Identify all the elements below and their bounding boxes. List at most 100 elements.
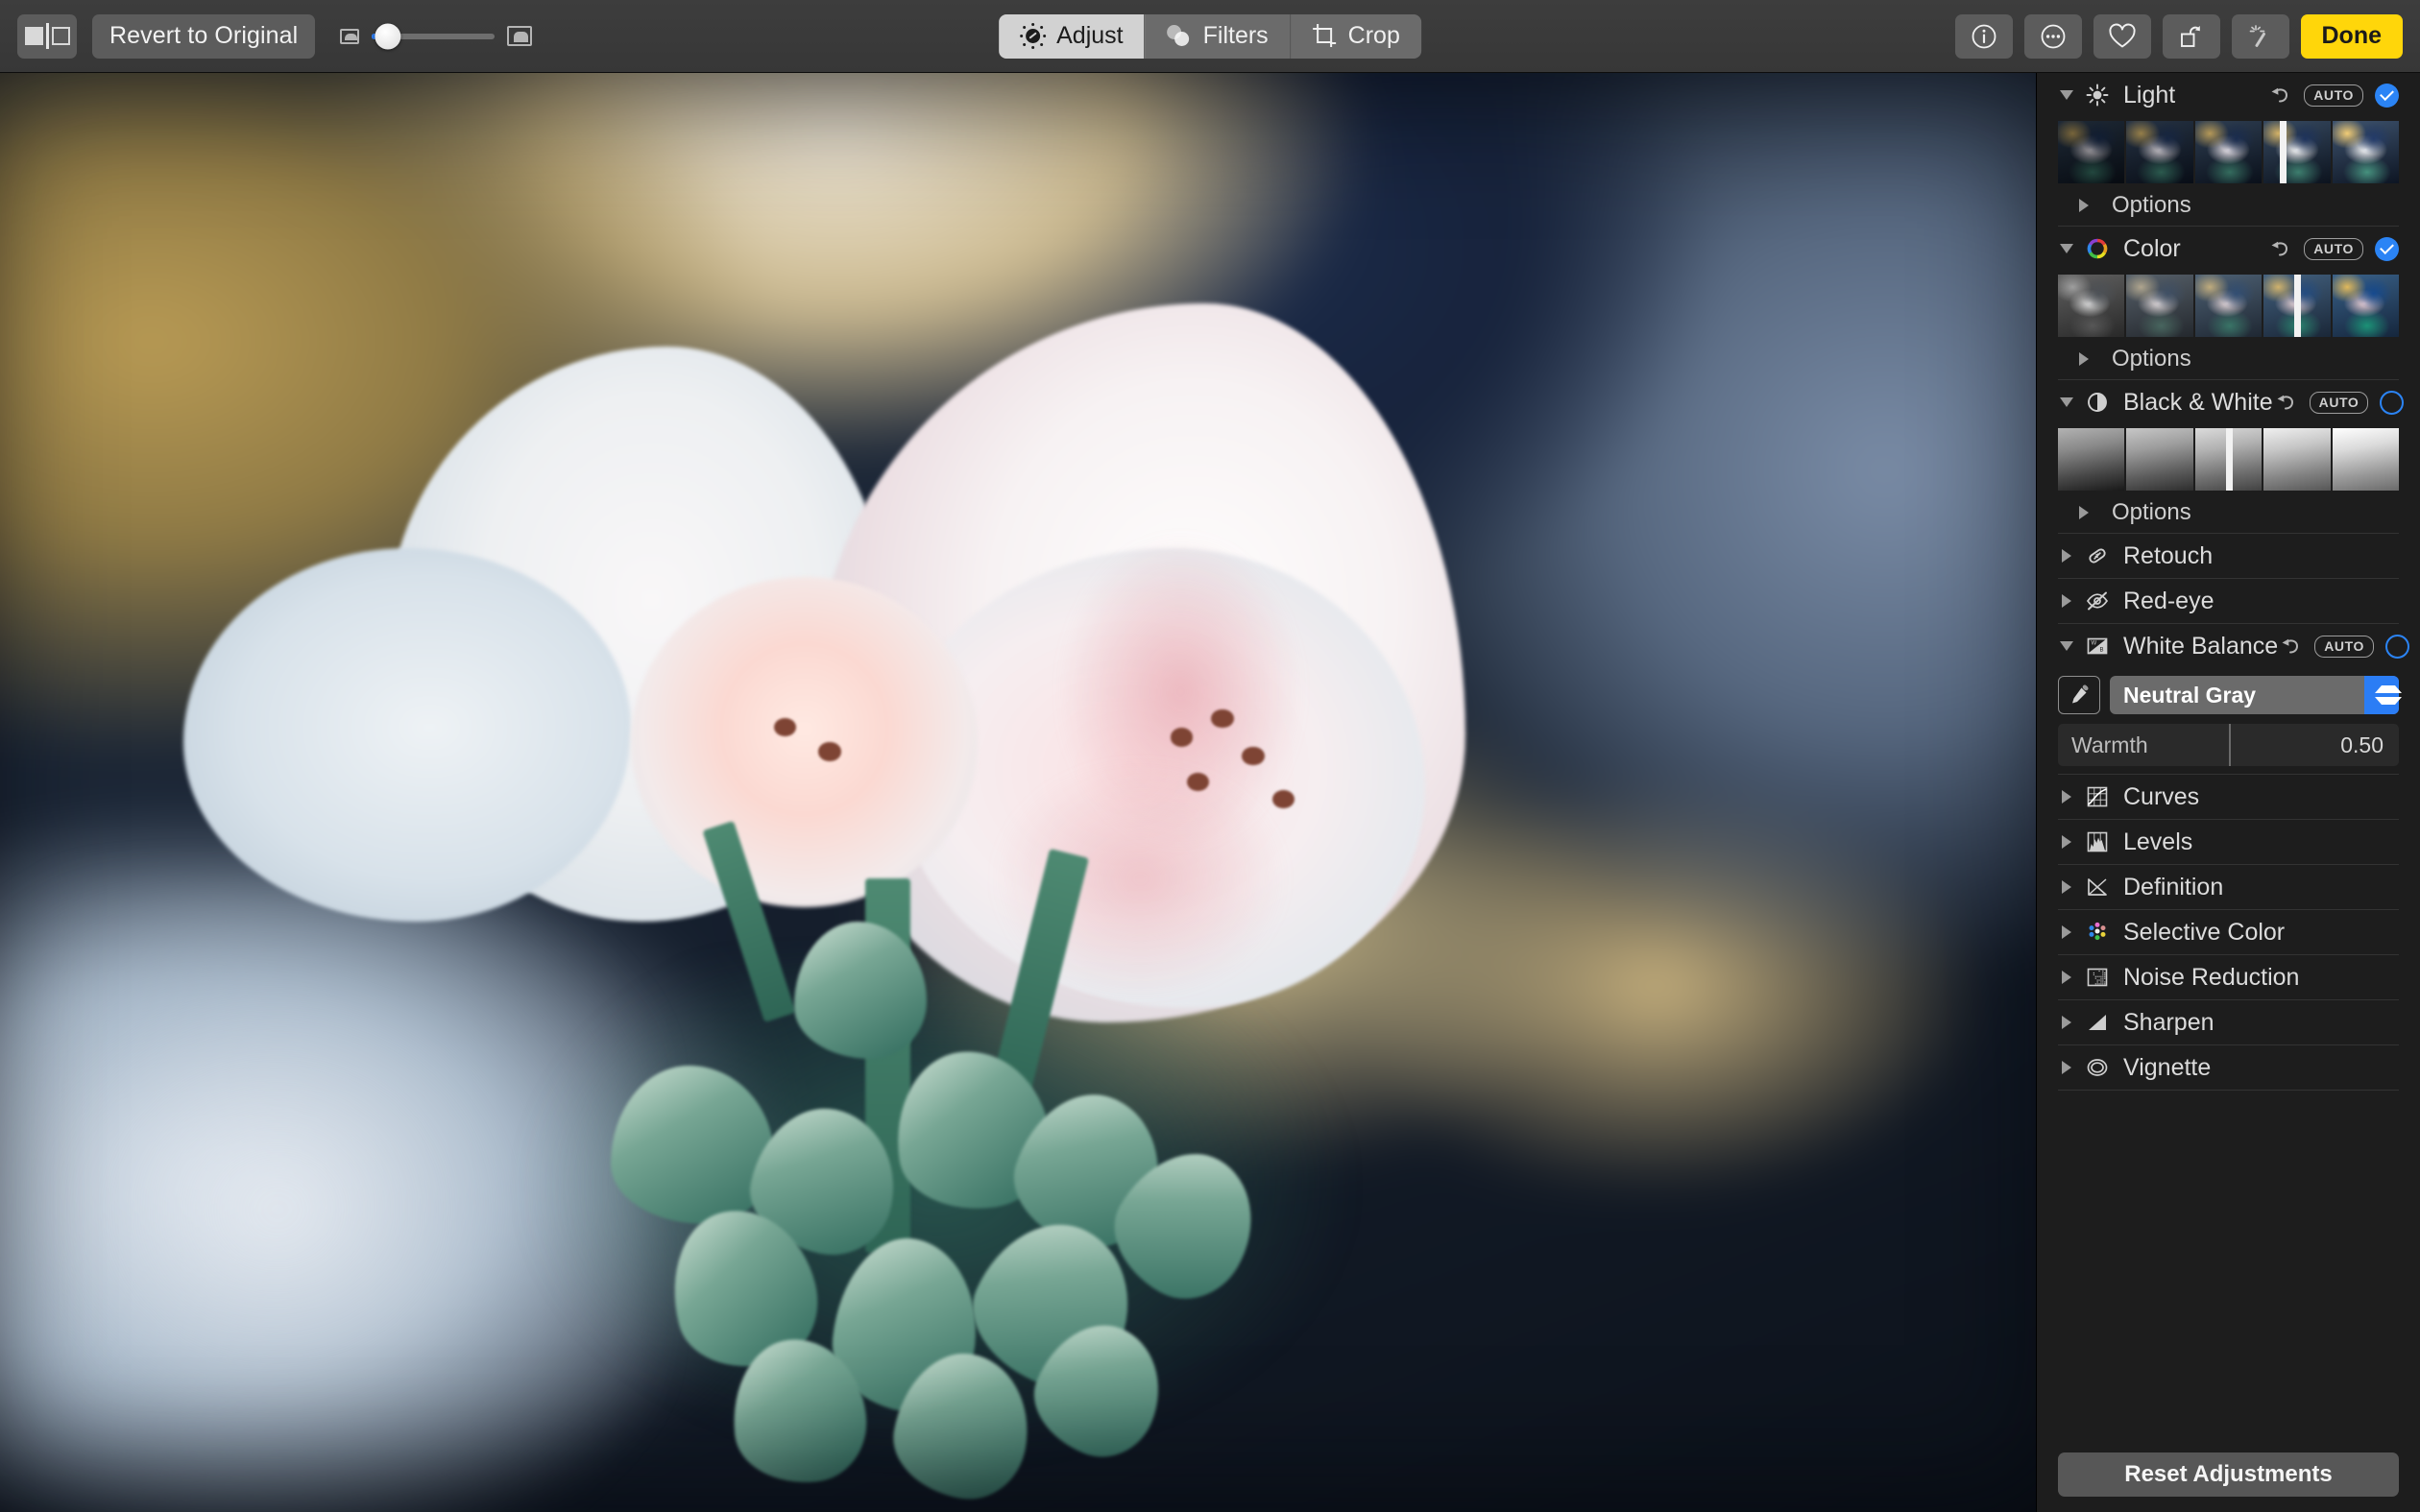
chevron-down-icon[interactable]: [2058, 641, 2075, 651]
variation-position-indicator[interactable]: [2280, 121, 2287, 183]
variation-position-indicator[interactable]: [2226, 428, 2233, 491]
info-button[interactable]: [1955, 14, 2013, 59]
variation-thumbnail[interactable]: [2333, 428, 2399, 491]
auto-button-black-and-white[interactable]: AUTO: [2310, 392, 2369, 414]
eye-slash-icon: [2085, 588, 2110, 613]
variation-thumbnail[interactable]: [2195, 275, 2262, 337]
chevron-right-icon[interactable]: [2075, 506, 2093, 519]
enable-checkbox-black-and-white[interactable]: [2380, 391, 2404, 415]
variation-thumbnail[interactable]: [2058, 275, 2124, 337]
variation-thumbnail[interactable]: [2058, 428, 2124, 491]
section-header-vignette[interactable]: Vignette: [2058, 1045, 2399, 1090]
variation-thumbnail[interactable]: [2126, 275, 2192, 337]
variation-thumbnail[interactable]: [2333, 121, 2399, 183]
revert-button-white-balance[interactable]: [2278, 634, 2303, 659]
favorite-button[interactable]: [2093, 14, 2151, 59]
zoom-slider-track[interactable]: [372, 34, 495, 39]
section-header-curves[interactable]: Curves: [2058, 775, 2399, 819]
crop-rotate-icon: [1312, 23, 1338, 49]
variation-thumbnail[interactable]: [2263, 428, 2330, 491]
auto-button-white-balance[interactable]: AUTO: [2314, 636, 2374, 658]
revert-arrow-icon[interactable]: [2273, 390, 2298, 415]
tab-filters[interactable]: Filters: [1146, 14, 1291, 59]
variation-strip-color[interactable]: [2058, 275, 2399, 337]
chevron-right-icon[interactable]: [2058, 925, 2075, 939]
auto-button-color[interactable]: AUTO: [2304, 238, 2363, 260]
section-header-white-balance[interactable]: W B White Balance AUTO: [2058, 624, 2399, 668]
revert-arrow-icon[interactable]: [2267, 83, 2292, 108]
chevron-right-icon[interactable]: [2058, 549, 2075, 563]
section-header-sharpen[interactable]: Sharpen: [2058, 1000, 2399, 1044]
options-row-color[interactable]: Options: [2058, 339, 2399, 379]
chevron-down-icon[interactable]: [2058, 90, 2075, 100]
enable-checkbox-light[interactable]: [2375, 84, 2399, 108]
photo-large-icon[interactable]: [507, 26, 532, 46]
eyedropper-button[interactable]: [2058, 676, 2100, 714]
chevron-right-icon[interactable]: [2058, 1016, 2075, 1029]
dropdown-stepper-icon[interactable]: [2364, 676, 2399, 714]
warmth-slider-handle[interactable]: [2229, 724, 2231, 766]
chevron-right-icon[interactable]: [2075, 199, 2093, 212]
chevron-down-icon[interactable]: [2058, 244, 2075, 253]
chevron-right-icon[interactable]: [2058, 880, 2075, 894]
photo-small-icon[interactable]: [340, 29, 359, 44]
chevron-right-icon[interactable]: [2058, 1061, 2075, 1074]
zoom-slider-group[interactable]: [340, 26, 532, 46]
edited-photo: [0, 73, 2036, 1512]
section-header-selective-color[interactable]: Selective Color: [2058, 910, 2399, 954]
adjustments-list[interactable]: Light AUTO Options Color AUTO Options Black & …: [2037, 73, 2420, 1452]
variation-thumbnail[interactable]: [2126, 428, 2192, 491]
section-header-levels[interactable]: Levels: [2058, 820, 2399, 864]
tab-crop[interactable]: Crop: [1291, 14, 1421, 59]
options-row-black-and-white[interactable]: Options: [2058, 492, 2399, 533]
reset-adjustments-button[interactable]: Reset Adjustments: [2058, 1452, 2399, 1497]
toolbar-right-group: Done: [1955, 14, 2404, 59]
white-balance-mode-dropdown[interactable]: Neutral Gray: [2110, 676, 2399, 714]
chevron-right-icon[interactable]: [2075, 352, 2093, 366]
chevron-right-icon[interactable]: [2058, 835, 2075, 849]
variation-strip-black-and-white[interactable]: [2058, 428, 2399, 491]
chevron-right-icon[interactable]: [2058, 971, 2075, 984]
section-header-red-eye[interactable]: Red-eye: [2058, 579, 2399, 623]
section-header-retouch[interactable]: Retouch: [2058, 534, 2399, 578]
variation-thumbnail[interactable]: [2126, 121, 2192, 183]
revert-to-original-button[interactable]: Revert to Original: [92, 14, 315, 59]
options-row-light[interactable]: Options: [2058, 185, 2399, 226]
more-button[interactable]: [2024, 14, 2082, 59]
revert-button-color[interactable]: [2267, 236, 2292, 261]
variation-thumbnail-image: [2333, 275, 2399, 337]
chevron-right-icon[interactable]: [2058, 790, 2075, 804]
section-label-noise-reduction: Noise Reduction: [2123, 964, 2399, 992]
variation-thumbnail[interactable]: [2333, 275, 2399, 337]
enable-checkbox-white-balance[interactable]: [2385, 635, 2409, 659]
variation-strip-light[interactable]: [2058, 121, 2399, 183]
tab-adjust[interactable]: Adjust: [999, 14, 1145, 59]
magic-wand-icon: [2247, 23, 2274, 50]
variation-position-indicator[interactable]: [2294, 275, 2301, 337]
done-button[interactable]: Done: [2301, 14, 2404, 59]
zoom-slider-knob[interactable]: [375, 23, 401, 49]
chevron-down-icon[interactable]: [2058, 397, 2075, 407]
section-header-light[interactable]: Light AUTO: [2058, 73, 2399, 117]
photo-canvas[interactable]: [0, 73, 2036, 1512]
section-header-noise-reduction[interactable]: Noise Reduction: [2058, 955, 2399, 999]
chevron-right-icon[interactable]: [2058, 594, 2075, 608]
revert-button-light[interactable]: [2267, 83, 2292, 108]
section-header-definition[interactable]: Definition: [2058, 865, 2399, 909]
variation-thumbnail[interactable]: [2058, 121, 2124, 183]
variation-thumbnail[interactable]: [2195, 121, 2262, 183]
compare-original-button[interactable]: [17, 14, 77, 59]
auto-button-light[interactable]: AUTO: [2304, 84, 2363, 107]
revert-button-black-and-white[interactable]: [2273, 390, 2298, 415]
section-header-black-and-white[interactable]: Black & White AUTO: [2058, 380, 2399, 424]
rotate-button[interactable]: [2163, 14, 2220, 59]
warmth-slider[interactable]: Warmth 0.50: [2058, 724, 2399, 766]
options-label: Options: [2112, 192, 2191, 219]
revert-arrow-icon[interactable]: [2267, 236, 2292, 261]
section-header-color[interactable]: Color AUTO: [2058, 227, 2399, 271]
white-balance-mode-value: Neutral Gray: [2110, 683, 2256, 708]
revert-arrow-icon[interactable]: [2278, 634, 2303, 659]
enable-checkbox-color[interactable]: [2375, 237, 2399, 261]
variation-thumbnail[interactable]: [2263, 121, 2330, 183]
enhance-button[interactable]: [2232, 14, 2289, 59]
